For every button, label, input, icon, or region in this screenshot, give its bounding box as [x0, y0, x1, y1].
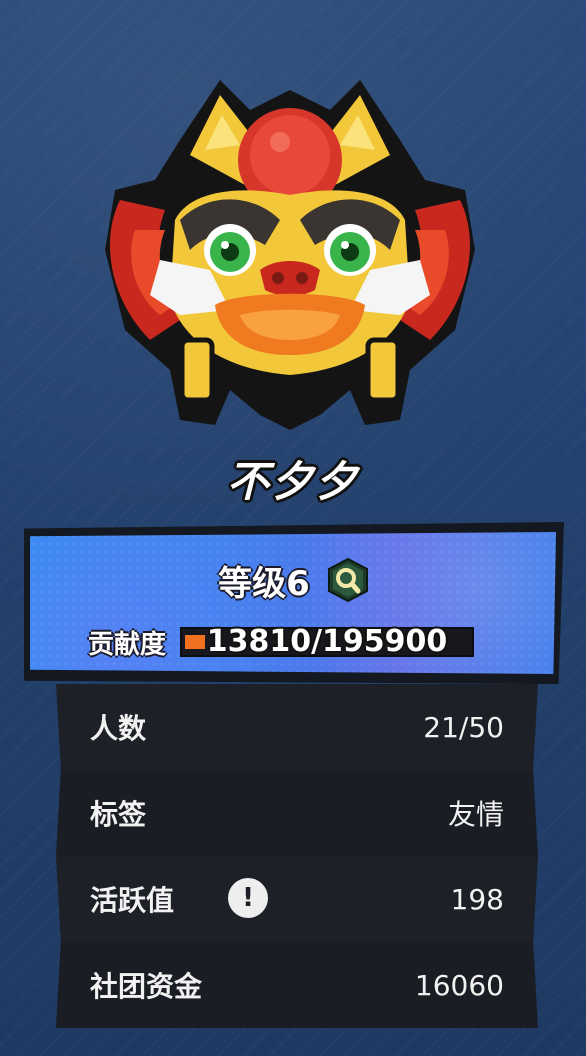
funds-value: 16060	[414, 968, 504, 1002]
info-row-activity: 活跃值 ! 198	[56, 856, 538, 942]
activity-value: 198	[450, 882, 504, 916]
club-level-text: 等级6	[218, 563, 310, 604]
tag-value: 友情	[447, 798, 504, 831]
level-panel: 等级6 贡献度 13810/195900	[24, 522, 564, 684]
level-row: 等级6	[24, 550, 564, 610]
info-row-members: 人数 21/50	[56, 684, 538, 770]
funds-label: 社团资金	[90, 970, 203, 1003]
info-exclamation-icon[interactable]: !	[228, 878, 268, 918]
club-info-list: 人数 21/50 标签 友情 活跃值 ! 198 社团资金 16060	[56, 684, 538, 1028]
members-value: 21/50	[423, 710, 504, 744]
lion-dance-head-emblem-icon	[105, 80, 475, 430]
members-label: 人数	[90, 712, 147, 745]
info-row-tag: 标签 友情	[56, 770, 538, 856]
magnifier-hexagon-icon[interactable]	[326, 557, 370, 603]
contribution-row: 贡献度 13810/195900	[88, 622, 475, 662]
info-row-funds: 社团资金 16060	[56, 942, 538, 1028]
club-name: 不夕夕	[226, 457, 359, 506]
tag-label: 标签	[90, 798, 147, 831]
contribution-progress-bar: 13810/195900	[180, 624, 475, 659]
club-emblem	[80, 70, 500, 450]
activity-label: 活跃值	[90, 884, 175, 917]
contribution-value: 13810/195900	[206, 624, 448, 659]
contribution-label: 贡献度	[88, 629, 167, 660]
